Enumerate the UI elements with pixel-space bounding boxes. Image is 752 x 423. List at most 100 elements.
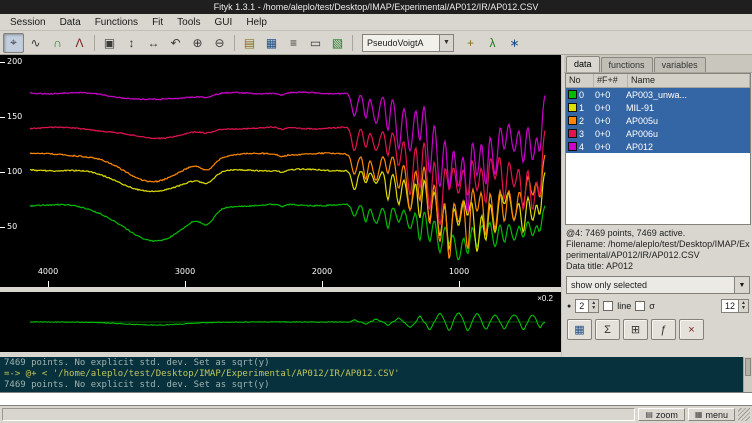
console-line: 7469 points. No explicit std. dev. Set a…	[4, 380, 748, 391]
dataset-color-swatch	[568, 142, 577, 151]
peak-type-select[interactable]: PseudoVoigtA▼	[362, 34, 454, 52]
tab-data[interactable]: data	[566, 56, 600, 72]
point-size-spinner[interactable]: 2 ▲▼	[575, 299, 599, 313]
menu-button[interactable]: ▦ menu	[688, 408, 735, 421]
add-peak-mode-button[interactable]: Λ	[69, 33, 90, 53]
command-input[interactable]	[0, 393, 752, 405]
copy-data-button[interactable]: ⊞	[623, 319, 648, 340]
sigma-checkbox[interactable]	[635, 301, 645, 311]
previous-zoom-button[interactable]: ↶	[165, 33, 186, 53]
transform-button[interactable]: ƒ	[651, 319, 676, 340]
dataset-list-header: No#F+#Name	[566, 74, 750, 88]
fit-settings-button[interactable]: ∗	[504, 33, 525, 53]
aux-plot[interactable]: ×0.2	[0, 292, 561, 352]
zoom-in-button[interactable]: ⊕	[187, 33, 208, 53]
execute-script-button[interactable]: ≡	[283, 33, 304, 53]
resize-grip-icon[interactable]	[738, 408, 750, 421]
log-button[interactable]: ▭	[305, 33, 326, 53]
dataset-row[interactable]: 20+0AP005u	[566, 114, 750, 127]
y-tick-label: 50	[7, 222, 17, 231]
sidebar: datafunctionsvariables No#F+#Name 00+0AP…	[564, 55, 752, 357]
x-tick-label: 3000	[173, 267, 197, 276]
peak-type-value: PseudoVoigtA	[367, 38, 424, 48]
x-tick	[459, 281, 460, 287]
sum-button[interactable]: Σ	[595, 319, 620, 340]
dataset-info: @4: 7469 points, 7469 active.Filename: /…	[566, 228, 750, 272]
dataset-name: MIL-91	[626, 103, 750, 113]
tab-functions[interactable]: functions	[601, 57, 653, 72]
info-line: Filename: /home/aleplo/test/Desktop/IMAP…	[566, 239, 750, 261]
secondary-spinner[interactable]: 12 ▲▼	[721, 299, 749, 313]
plot-area: 200150100504000300020001000 ×0.2	[0, 55, 561, 357]
dataset-name: AP006u	[626, 129, 750, 139]
auto-add-peak-button[interactable]: +	[460, 33, 481, 53]
open-session-button[interactable]: ▤	[239, 33, 260, 53]
dataset-list[interactable]: No#F+#Name 00+0AP003_unwa...10+0MIL-9120…	[565, 73, 751, 225]
titlebar: Fityk 1.3.1 - /home/aleplo/test/Desktop/…	[0, 0, 752, 14]
menu-item-functions[interactable]: Functions	[88, 15, 145, 30]
menubar: SessionDataFunctionsFitToolsGUIHelp	[0, 14, 752, 31]
status-message-field	[2, 408, 635, 421]
zoom-all-button[interactable]: ▣	[99, 33, 120, 53]
tab-variables[interactable]: variables	[654, 57, 706, 72]
save-session-button[interactable]: ▦	[261, 33, 282, 53]
dataset-row[interactable]: 40+0AP012	[566, 140, 750, 153]
x-tick-label: 4000	[36, 267, 60, 276]
dataset-color-swatch	[568, 129, 577, 138]
zoom-button[interactable]: ▤ zoom	[638, 408, 685, 421]
toolbar-separator	[94, 35, 95, 51]
spinner-arrows-icon[interactable]: ▲▼	[738, 300, 748, 312]
dataset-name: AP003_unwa...	[626, 90, 750, 100]
console-line: 7469 points. No explicit std. dev. Set a…	[4, 358, 748, 369]
show-filter-select[interactable]: show only selected ▼	[566, 276, 750, 294]
console-scrollbar[interactable]	[743, 357, 752, 392]
menu-item-fit[interactable]: Fit	[145, 15, 170, 30]
spinner-arrows-icon[interactable]: ▲▼	[588, 300, 598, 312]
export-image-button[interactable]: ▧	[327, 33, 348, 53]
main-plot[interactable]: 200150100504000300020001000	[0, 55, 561, 287]
baseline-mode-button[interactable]: ∩	[47, 33, 68, 53]
x-tick-label: 2000	[310, 267, 334, 276]
menu-button-label: menu	[705, 410, 728, 420]
console-scrollbar-thumb[interactable]	[745, 358, 751, 376]
data-view-controls: ● 2 ▲▼ line σ 12 ▲▼	[567, 299, 749, 313]
dataset-number: 3	[579, 129, 592, 139]
dataset-number: 4	[579, 142, 592, 152]
delete-data-button[interactable]: ×	[679, 319, 704, 340]
zoom-history-icon: ▤	[645, 410, 653, 419]
dataset-func-count: 0+0	[592, 129, 626, 139]
run-fit-button[interactable]: λ	[482, 33, 503, 53]
x-tick	[48, 281, 49, 287]
menu-item-tools[interactable]: Tools	[170, 15, 207, 30]
sigma-checkbox-label: σ	[649, 301, 655, 311]
dataset-number: 2	[579, 116, 592, 126]
x-tick	[185, 281, 186, 287]
menu-item-session[interactable]: Session	[3, 15, 53, 30]
zoom-out-button[interactable]: ⊖	[209, 33, 230, 53]
zoom-vertical-button[interactable]: ↕	[121, 33, 142, 53]
dataset-name: AP012	[626, 142, 750, 152]
y-tick	[0, 117, 5, 118]
secondary-spinner-value: 12	[722, 300, 738, 312]
menu-item-help[interactable]: Help	[239, 15, 274, 30]
sidebar-tabs: datafunctionsvariables	[564, 55, 752, 73]
point-size-icon: ●	[567, 303, 571, 310]
output-console[interactable]: 7469 points. No explicit std. dev. Set a…	[0, 357, 752, 392]
menu-item-gui[interactable]: GUI	[208, 15, 240, 30]
dataset-row[interactable]: 30+0AP006u	[566, 127, 750, 140]
dataset-color-swatch	[568, 90, 577, 99]
command-line	[0, 392, 752, 406]
toolbar: ⌖∿∩Λ ▣↕↔↶⊕⊖ ▤▦≡▭▧ PseudoVoigtA▼ +λ∗	[0, 31, 752, 55]
y-tick	[0, 62, 5, 63]
dataset-number: 1	[579, 103, 592, 113]
dataset-row[interactable]: 00+0AP003_unwa...	[566, 88, 750, 101]
range-mode-button[interactable]: ∿	[25, 33, 46, 53]
dataset-row[interactable]: 10+0MIL-91	[566, 101, 750, 114]
zoom-mode-button[interactable]: ⌖	[3, 33, 24, 53]
line-checkbox[interactable]	[603, 301, 613, 311]
zoom-horizontal-button[interactable]: ↔	[143, 33, 164, 53]
point-size-value: 2	[576, 300, 588, 312]
menu-item-data[interactable]: Data	[53, 15, 88, 30]
edit-data-button[interactable]: ▦	[567, 319, 592, 340]
menu-grid-icon: ▦	[695, 410, 703, 419]
